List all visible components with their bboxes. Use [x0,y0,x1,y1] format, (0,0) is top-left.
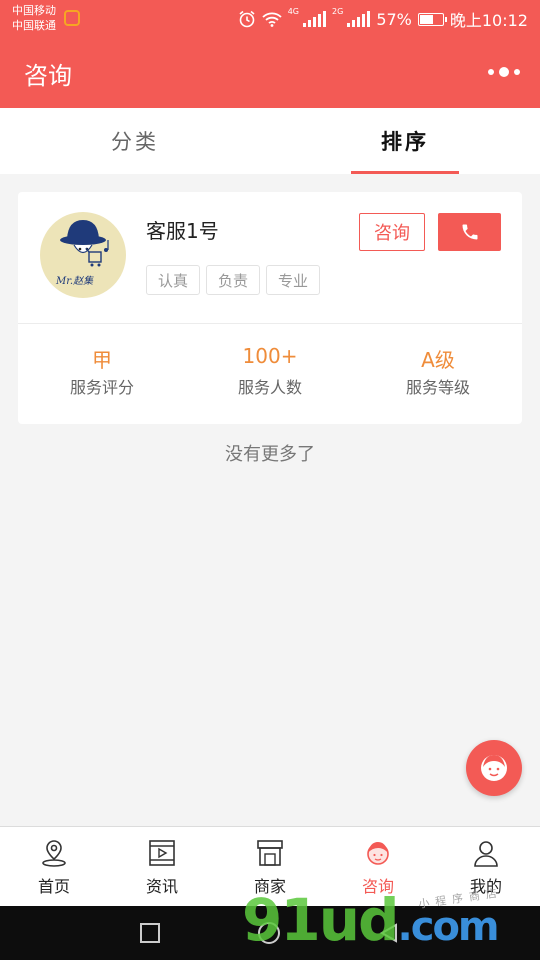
stat-served-count: 100+ 服务人数 [186,344,354,398]
stat-label: 服务评分 [69,378,134,397]
consult-button[interactable]: 咨询 [359,213,425,251]
user-icon [474,841,498,867]
tabbar-label: 资讯 [145,877,178,896]
watermark-main: 91ud [242,886,400,954]
tag: 专业 [266,265,320,295]
nav-bar: 咨询 [0,36,540,108]
stat-level: A级 服务等级 [354,344,522,398]
recent-apps-icon[interactable] [140,923,160,943]
signal-strength-icon [347,11,371,27]
signal-strength-icon [303,11,327,27]
consultant-card[interactable]: Mr.赵集 客服1号 认真 负责 专业 咨询 甲 服务评分 100+ 服务人数 … [18,192,522,424]
call-button[interactable] [438,213,501,251]
carrier-2: 中国联通 [12,19,56,32]
phone-icon [462,224,477,240]
avatar[interactable]: Mr.赵集 [40,212,126,298]
alarm-icon [239,10,255,28]
battery-percent: 57% [376,9,412,29]
customer-service-icon [367,842,389,865]
status-indicators: 4G 2G 57% 晚上10:12 [238,7,528,31]
more-dot-icon [499,67,509,77]
stats-row: 甲 服务评分 100+ 服务人数 A级 服务等级 [18,344,522,398]
customer-service-icon [481,755,507,781]
tab-category[interactable]: 分类 [0,108,270,174]
tag-list: 认真 负责 专业 [146,265,320,295]
page-title: 咨询 [24,62,72,90]
stat-label: 服务人数 [237,378,302,397]
stat-rating: 甲 服务评分 [18,344,186,398]
stat-value: A级 [421,348,455,372]
more-dot-icon [514,69,520,75]
stat-label: 服务等级 [405,378,470,397]
stat-value: 甲 [92,348,112,372]
tag: 负责 [206,265,260,295]
tab-sort[interactable]: 排序 [270,108,540,174]
watermark-domain: .com [397,904,500,950]
battery-icon [417,12,447,26]
consultant-name: 客服1号 [146,219,219,243]
tabbar-item-news[interactable]: 资讯 [108,827,216,906]
no-more-text: 没有更多了 [225,444,315,465]
network-2g-label: 2G [332,7,344,16]
stat-value: 100+ [242,344,298,368]
tabbar-item-home[interactable]: 首页 [0,827,108,906]
tab-bar: 分类 排序 [0,108,540,174]
clock: 晚上10:12 [449,11,528,30]
video-play-icon [149,840,175,866]
network-4g-label: 4G [287,7,300,16]
avatar-logo-text: Mr.赵集 [55,275,94,287]
carrier-info: 中国移动 中国联通 [12,3,56,33]
more-options-button[interactable] [488,62,520,82]
carrier-1: 中国移动 [12,4,56,17]
card-divider [18,323,522,324]
tag: 认真 [146,265,200,295]
status-bar: 中国移动 中国联通 4G 2G 57% 晚上10:12 [0,0,540,36]
location-pin-icon [42,840,66,867]
floating-customer-service-button[interactable] [466,740,522,796]
tabbar-label: 首页 [37,877,70,896]
shop-icon [257,840,283,866]
more-dot-icon [488,69,494,75]
avatar-illustration: Mr.赵集 [55,220,109,287]
wifi-icon [262,12,282,27]
hd-call-icon [64,10,80,26]
